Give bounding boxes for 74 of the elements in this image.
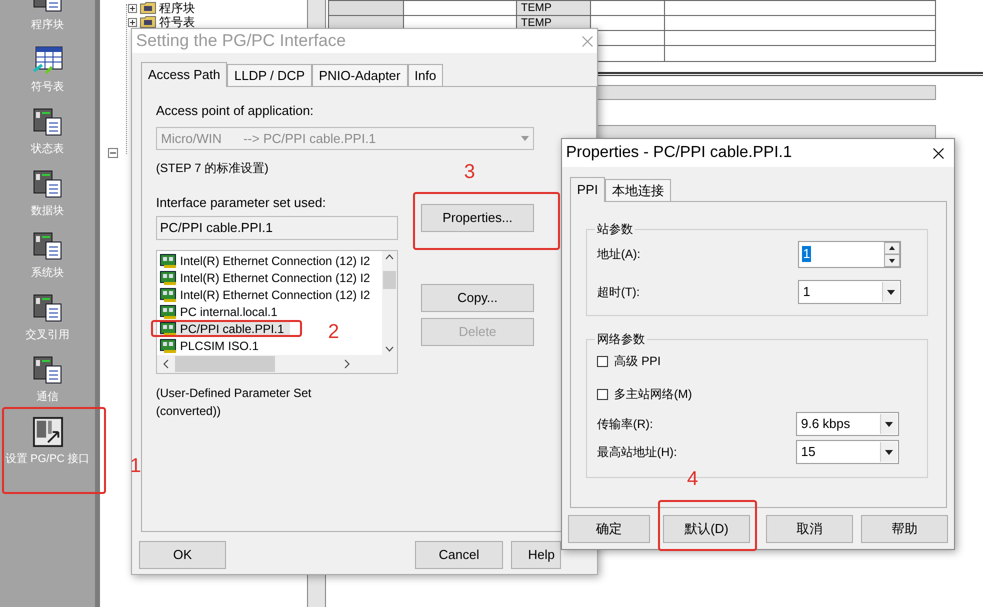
dropdown-field[interactable]: 1 bbox=[798, 280, 901, 304]
network-card-icon bbox=[160, 270, 178, 284]
rack-document-icon bbox=[32, 293, 64, 323]
parameter-set-item[interactable]: Intel(R) Ethernet Connection (12) I2 bbox=[160, 286, 376, 303]
field-label: 地址(A): bbox=[597, 246, 642, 263]
dialog-button[interactable]: Cancel bbox=[415, 541, 503, 569]
window-title: Properties - PC/PPI cable.PPI.1 bbox=[566, 143, 792, 163]
field-label: 最高站地址(H): bbox=[597, 444, 678, 461]
dialog-button[interactable]: Help bbox=[511, 541, 561, 569]
note-text: (STEP 7 的标准设置) bbox=[156, 160, 268, 176]
dialog-button[interactable]: 确定 bbox=[568, 515, 650, 543]
caret-icon bbox=[885, 450, 893, 454]
spin-arrows-icon[interactable] bbox=[884, 242, 900, 266]
table-cell: TEMP bbox=[517, 1, 591, 15]
tree-expander[interactable] bbox=[128, 4, 137, 12]
rack-document-icon bbox=[32, 107, 64, 137]
dialog-tab[interactable]: Access Path bbox=[141, 62, 228, 87]
scrollbar-horizontal[interactable] bbox=[157, 355, 397, 373]
dialog-button[interactable]: OK bbox=[139, 541, 226, 569]
network-card-icon bbox=[160, 304, 178, 318]
folder-icon bbox=[140, 16, 156, 28]
dialog-button[interactable]: Copy... bbox=[421, 284, 534, 312]
checkbox[interactable] bbox=[597, 388, 608, 400]
rack-document-icon bbox=[32, 355, 64, 385]
dialog-tab[interactable]: LLDP / DCP bbox=[227, 64, 312, 86]
dropdown-field[interactable]: 9.6 kbps bbox=[796, 412, 899, 436]
network-card-icon bbox=[160, 322, 178, 336]
network-card-icon bbox=[160, 254, 178, 268]
parameter-set-item[interactable]: Intel(R) Ethernet Connection (12) I2 bbox=[160, 269, 376, 286]
group-title: 网络参数 bbox=[596, 331, 646, 348]
tree-expander[interactable] bbox=[128, 18, 137, 26]
scrollbar-vertical[interactable] bbox=[382, 251, 397, 355]
annotation-number: 2 bbox=[328, 320, 340, 344]
tree-item[interactable]: 符号表 bbox=[159, 15, 195, 29]
dialog-button[interactable]: 取消 bbox=[766, 515, 853, 543]
close-icon[interactable] bbox=[933, 148, 944, 158]
checkbox[interactable] bbox=[597, 356, 608, 366]
field-label: 传输率(R): bbox=[597, 416, 654, 433]
checkbox-option[interactable]: 多主站网络(M) bbox=[597, 385, 692, 403]
network-card-icon bbox=[160, 288, 178, 302]
spinner-field[interactable]: 1 bbox=[798, 240, 901, 268]
caret-icon bbox=[521, 136, 529, 141]
field-value: 1 bbox=[802, 246, 812, 262]
dialog-tab[interactable]: PNIO-Adapter bbox=[312, 64, 408, 86]
collapse-icon bbox=[108, 148, 118, 158]
parameter-set-field[interactable]: PC/PPI cable.PPI.1 bbox=[156, 216, 398, 240]
group-title: 站参数 bbox=[596, 221, 634, 238]
table-icon bbox=[32, 45, 64, 75]
parameter-set-item[interactable]: PLCSIM ISO.1 bbox=[160, 337, 265, 354]
annotation-number: 1 bbox=[130, 454, 142, 478]
description-text: (User-Defined Parameter Set (converted)) bbox=[156, 385, 312, 420]
caret-icon bbox=[885, 422, 893, 426]
rack-document-icon bbox=[32, 231, 64, 261]
network-card-icon bbox=[160, 338, 178, 352]
parameter-set-item[interactable]: PC internal.local.1 bbox=[160, 303, 284, 320]
dialog-button[interactable]: Properties... bbox=[421, 204, 534, 232]
window-title: Setting the PG/PC Interface bbox=[136, 30, 346, 52]
dialog-tab[interactable]: 本地连接 bbox=[604, 179, 671, 201]
dialog-button[interactable]: 帮助 bbox=[861, 515, 948, 543]
dialog-tab[interactable]: Info bbox=[408, 64, 444, 86]
rack-document-icon bbox=[32, 169, 64, 199]
field-label: Access point of application: bbox=[156, 103, 314, 119]
parameter-set-item[interactable]: Intel(R) Ethernet Connection (12) I2 bbox=[160, 252, 376, 269]
annotation-number: 3 bbox=[464, 160, 476, 184]
checkbox-option[interactable]: 高级 PPI bbox=[597, 352, 661, 370]
dialog-tab[interactable]: PPI bbox=[570, 177, 605, 202]
tree-item[interactable]: 程序块 bbox=[159, 1, 195, 15]
dialog-button[interactable]: 默认(D) bbox=[663, 515, 750, 543]
field-label: 超时(T): bbox=[597, 284, 641, 301]
dropdown-field[interactable]: 15 bbox=[796, 440, 899, 464]
folder-icon bbox=[140, 2, 156, 14]
annotation-number: 4 bbox=[687, 467, 698, 491]
field-label: Interface parameter set used: bbox=[156, 195, 326, 211]
caret-icon bbox=[887, 290, 895, 294]
